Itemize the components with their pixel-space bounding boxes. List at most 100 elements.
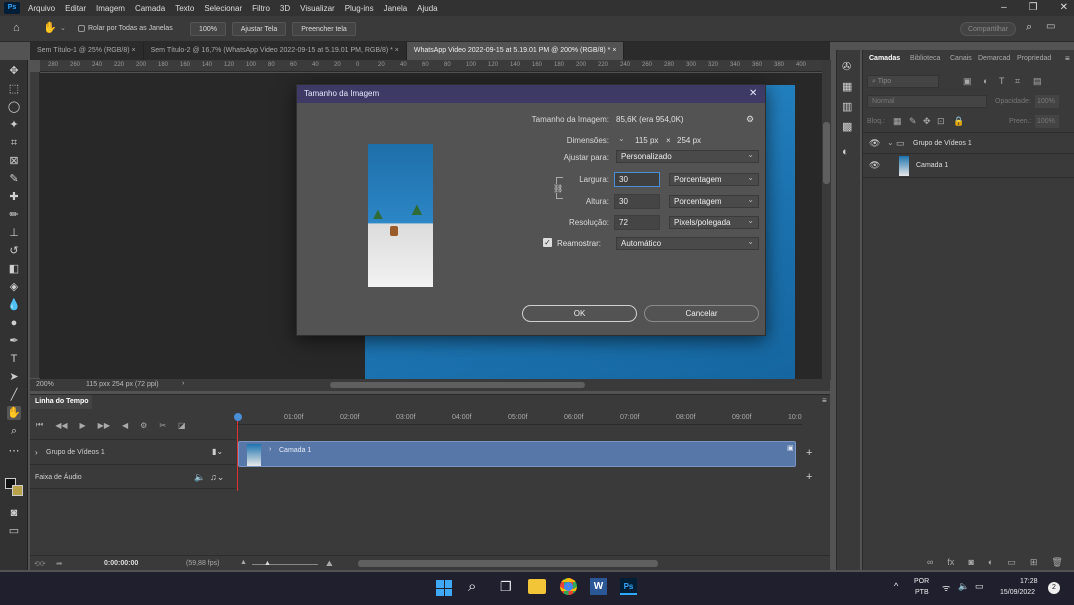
timeline-tab[interactable]: Linha do Tempo [30,395,92,409]
lock-all-icon[interactable]: 🔒 [953,116,964,127]
filter-smart-icon[interactable]: ▤ [1033,76,1042,87]
clip-menu-icon[interactable]: ▣ [787,444,794,452]
filter-type-icon[interactable]: T [999,76,1005,86]
play-icon[interactable]: ▶ [80,421,86,430]
filter-image-icon[interactable]: ▣ [963,76,972,87]
menu-visualizar[interactable]: Visualizar [296,4,341,13]
tool-preset-chevron-icon[interactable]: ⌄ [60,24,66,32]
tab-whatsapp-video[interactable]: WhatsApp Video 2022-09-15 at 5.19.01 PM … [406,42,625,60]
height-input[interactable]: 30 [614,194,660,209]
hand-tool-icon[interactable]: ✋ [43,21,57,34]
paint-bucket-tool-icon[interactable]: ◈ [7,280,21,294]
search-icon[interactable]: ⌕ [1026,21,1032,34]
next-frame-icon[interactable]: ▶▶ [98,421,110,430]
width-unit-select[interactable]: Porcentagem [669,172,759,186]
adjustment-layer-icon[interactable]: ◐ [988,557,993,568]
menu-camada[interactable]: Camada [131,4,171,13]
lock-artboard-icon[interactable]: ⊡ [937,116,945,127]
link-icon[interactable]: ∞ [927,557,933,568]
battery-icon[interactable]: ▭ [975,581,984,592]
zoom-slider-handle[interactable]: ▲ [264,560,271,567]
layer-row-camada[interactable]: 👁 Camada 1 [863,154,1074,178]
group-track-header[interactable]: › Grupo de Vídeos 1 ▮⌄ [30,439,236,465]
language-code[interactable]: POR [914,578,929,585]
screen-mode-icon[interactable]: ▭ [7,524,21,538]
gradients-panel-icon[interactable]: ▥ [842,100,852,113]
scroll-all-checkbox[interactable] [78,25,85,32]
zoom-in-icon[interactable]: ⛰ [326,559,333,569]
expand-chevron-icon[interactable]: ⌄ [887,138,894,147]
fill-screen-button[interactable]: Preencher tela [292,22,356,36]
dimensions-units-chevron-icon[interactable]: ⌄ [618,134,625,143]
patterns-panel-icon[interactable]: ▩ [842,120,852,133]
keyboard-layout[interactable]: PTB [915,589,929,596]
frame-loop-icon[interactable]: ⟲⟳ [34,560,46,568]
restore-icon[interactable]: ❐ [1029,2,1038,13]
settings-gear-icon[interactable]: ⚙ [746,114,754,125]
menu-texto[interactable]: Texto [171,4,200,13]
swatches-panel-icon[interactable]: ▦ [842,80,852,93]
zoom-100-button[interactable]: 100% [190,22,226,36]
audio-mute-icon[interactable]: ◀ [122,421,128,430]
constrain-proportions-link-icon[interactable]: ⛓ [553,184,564,193]
workspace-icon[interactable]: ▭ [1046,21,1055,32]
photoshop-taskbar-icon[interactable]: Ps [620,578,637,595]
trash-icon[interactable]: 🗑 [1051,557,1062,568]
resample-checkbox[interactable]: ✓ [543,238,552,247]
menu-plugins[interactable]: Plug-ins [341,4,380,13]
audio-track-header[interactable]: Faixa de Áudio 🔈 ♫⌄ [30,467,236,489]
resample-method-select[interactable]: Automático [616,236,759,250]
menu-selecionar[interactable]: Selecionar [200,4,248,13]
zoom-tool-icon[interactable]: ⌕ [7,424,21,438]
lock-pixels-icon[interactable]: ✎ [909,116,917,127]
visibility-eye-icon[interactable]: 👁 [869,138,880,149]
ok-button[interactable]: OK [522,305,637,322]
previous-frame-icon[interactable]: ◀◀ [55,421,67,430]
notification-badge[interactable]: 2 [1048,582,1060,594]
tab-canais[interactable]: Canais [950,55,972,62]
word-icon[interactable]: W [590,578,607,595]
fit-screen-button[interactable]: Ajustar Tela [232,22,286,36]
layer-name[interactable]: Camada 1 [916,162,948,169]
healing-brush-tool-icon[interactable]: ✚ [7,190,21,204]
panel-menu-icon[interactable]: ≡ [1065,54,1070,63]
new-group-icon[interactable]: ▭ [1007,557,1016,568]
share-button[interactable]: Compartilhar [960,22,1016,36]
marquee-tool-icon[interactable]: ⬚ [7,82,21,96]
adjustments-panel-icon[interactable]: ◐ [842,146,849,158]
transition-icon[interactable]: ◪ [178,421,186,430]
menu-3d[interactable]: 3D [276,4,296,13]
expand-chevron-icon[interactable]: › [35,448,38,457]
add-media-icon[interactable]: + [806,447,812,459]
resolution-unit-select[interactable]: Pixels/polegada [669,215,759,229]
clock-time[interactable]: 17:28 [1020,578,1038,585]
vertical-scrollbar[interactable] [822,60,831,380]
path-selection-tool-icon[interactable]: ➤ [7,370,21,384]
home-icon[interactable]: ⌂ [13,22,20,34]
video-clip[interactable]: › Camada 1 ▣ [238,441,796,467]
timeline-menu-icon[interactable]: ≡ [822,396,827,405]
background-color-swatch[interactable] [12,485,23,496]
crop-tool-icon[interactable]: ⌗ [7,136,21,150]
quick-mask-icon[interactable]: ◙ [7,506,21,520]
layer-name[interactable]: Grupo de Vídeos 1 [913,140,972,147]
wifi-icon[interactable]: ᯤ [942,581,950,594]
move-tool-icon[interactable]: ✥ [7,64,21,78]
music-note-icon[interactable]: ♫⌄ [210,472,224,483]
task-view-icon[interactable]: ❐ [500,579,512,595]
go-to-first-frame-icon[interactable]: ⏮ [36,420,43,430]
minimize-icon[interactable]: – [1001,2,1007,13]
height-unit-select[interactable]: Porcentagem [669,194,759,208]
filter-shape-icon[interactable]: ⌗ [1015,76,1020,87]
clock-date[interactable]: 15/09/2022 [1000,589,1035,596]
line-tool-icon[interactable]: ╱ [7,388,21,402]
tab-camadas[interactable]: Camadas [869,55,900,62]
zoom-out-icon[interactable]: ▲ [240,559,247,566]
visibility-eye-icon[interactable]: 👁 [869,160,880,171]
close-window-icon[interactable]: ✕ [1060,2,1068,13]
lock-position-icon[interactable]: ✥ [923,116,931,127]
tab-propriedad[interactable]: Propriedad [1017,55,1051,62]
tab-biblioteca[interactable]: Biblioteca [910,55,940,62]
width-input[interactable]: 30 [614,172,660,187]
fill-field[interactable]: 100% [1035,115,1059,128]
